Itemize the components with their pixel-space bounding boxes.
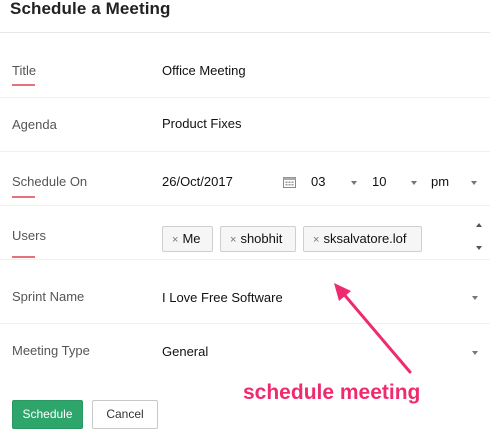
sprint-name-select[interactable]: I Love Free Software: [162, 290, 283, 305]
dialog-title: Schedule a Meeting: [10, 0, 171, 18]
meeting-type-dropdown-icon[interactable]: [472, 351, 478, 355]
sprint-dropdown-icon[interactable]: [472, 296, 478, 300]
ampm-select[interactable]: pm: [431, 174, 449, 189]
users-label-underline: [12, 256, 35, 258]
schedule-button[interactable]: Schedule: [12, 400, 83, 429]
calendar-icon[interactable]: [283, 176, 296, 188]
remove-chip-icon[interactable]: ×: [172, 234, 178, 246]
remove-chip-icon[interactable]: ×: [230, 234, 236, 246]
user-chip-name: sksalvatore.lof: [323, 231, 407, 246]
annotation-label: schedule meeting: [243, 381, 421, 404]
user-chip-shobhit: × shobhit: [220, 226, 296, 252]
date-input[interactable]: 26/Oct/2017: [162, 174, 233, 189]
title-label-underline: [12, 84, 35, 86]
minute-select[interactable]: 10: [372, 174, 386, 189]
title-input[interactable]: Office Meeting: [162, 63, 246, 78]
user-chip-name: Me: [182, 231, 201, 246]
hour-dropdown-icon[interactable]: [351, 181, 357, 185]
title-row: Title Office Meeting: [0, 44, 490, 98]
cancel-button[interactable]: Cancel: [92, 400, 158, 429]
hour-select[interactable]: 03: [311, 174, 325, 189]
meeting-type-label: Meeting Type: [12, 343, 90, 358]
agenda-label: Agenda: [12, 117, 57, 132]
users-label: Users: [12, 228, 46, 243]
users-scroll-down-icon[interactable]: [476, 246, 482, 250]
agenda-input[interactable]: Product Fixes: [162, 116, 241, 131]
remove-chip-icon[interactable]: ×: [313, 234, 319, 246]
users-scroll-up-icon[interactable]: [476, 223, 482, 227]
annotation-arrow-icon: [334, 283, 412, 374]
meeting-type-select[interactable]: General: [162, 344, 208, 359]
sprint-name-label: Sprint Name: [12, 289, 85, 304]
schedule-on-label-underline: [12, 196, 35, 198]
row-divider: [0, 259, 490, 260]
ampm-dropdown-icon[interactable]: [471, 181, 477, 185]
minute-dropdown-icon[interactable]: [411, 181, 417, 185]
user-chip-me: × Me: [162, 226, 213, 252]
schedule-on-row: Schedule On 26/Oct/2017 03 10 pm: [0, 152, 490, 206]
user-chip-sksalvatore: × sksalvatore.lof: [303, 226, 422, 252]
title-label: Title: [12, 63, 37, 78]
agenda-row: Agenda Product Fixes: [0, 98, 490, 152]
user-chip-name: shobhit: [240, 231, 283, 246]
schedule-on-label: Schedule On: [12, 174, 88, 189]
dialog-header: Schedule a Meeting: [0, 0, 490, 33]
